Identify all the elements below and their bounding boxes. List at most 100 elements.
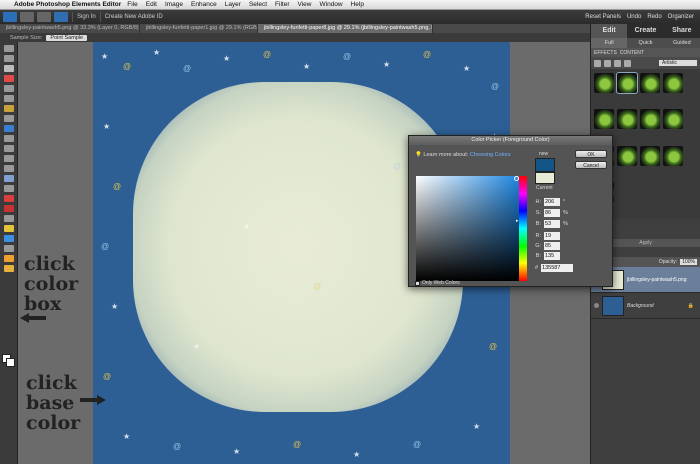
- clone-tool-icon[interactable]: [4, 135, 14, 142]
- choosing-colors-link[interactable]: Choosing Colors: [470, 152, 511, 158]
- lasso-tool-icon[interactable]: [4, 95, 14, 102]
- visibility-eye-icon[interactable]: [594, 303, 599, 308]
- tab-edit[interactable]: Edit: [591, 24, 628, 38]
- sample-size-select[interactable]: Point Sample: [46, 34, 88, 41]
- undo-button[interactable]: Undo: [627, 14, 641, 20]
- swirl-decoration: @: [313, 282, 322, 291]
- saturation-input[interactable]: 86: [544, 209, 560, 217]
- tab-guided[interactable]: Guided: [664, 38, 700, 48]
- effect-thumbnail[interactable]: [640, 109, 660, 130]
- layer-row[interactable]: Background 🔒: [591, 293, 700, 319]
- effect-thumbnail[interactable]: [640, 145, 660, 166]
- create-id-link[interactable]: Create New Adobe ID: [105, 14, 163, 20]
- red-input[interactable]: 19: [544, 232, 560, 240]
- marquee-tool-icon[interactable]: [4, 85, 14, 92]
- hue-slider-handle[interactable]: ▸: [516, 218, 519, 224]
- hue-slider[interactable]: ▸: [516, 176, 527, 281]
- tab-quick[interactable]: Quick: [627, 38, 663, 48]
- blue-input[interactable]: 135: [544, 252, 560, 260]
- hue-input[interactable]: 206: [544, 198, 560, 206]
- shape-tool-icon[interactable]: [4, 235, 14, 242]
- new-icon[interactable]: [20, 12, 34, 22]
- paint-bucket-tool-icon[interactable]: [4, 215, 14, 222]
- sponge-tool-icon[interactable]: [4, 255, 14, 262]
- layer-styles-icon[interactable]: [604, 59, 611, 67]
- organizer-button[interactable]: Organizer: [668, 14, 694, 20]
- effect-thumbnail[interactable]: [617, 145, 637, 166]
- open-icon[interactable]: [37, 12, 51, 22]
- pencil-tool-icon[interactable]: [4, 195, 14, 202]
- menu-edit[interactable]: Edit: [146, 1, 157, 8]
- green-input[interactable]: 85: [544, 242, 560, 250]
- menu-file[interactable]: File: [127, 1, 137, 8]
- app-name[interactable]: Adobe Photoshop Elements Editor: [14, 1, 121, 8]
- menu-layer[interactable]: Layer: [225, 1, 241, 8]
- color-field[interactable]: [416, 176, 521, 281]
- tab-content[interactable]: CONTENT: [620, 50, 644, 56]
- effect-thumbnail[interactable]: [594, 73, 614, 93]
- menu-window[interactable]: Window: [319, 1, 342, 8]
- ok-button[interactable]: OK: [575, 150, 607, 158]
- current-color-swatch[interactable]: [535, 172, 555, 184]
- menu-image[interactable]: Image: [165, 1, 183, 8]
- hand-tool-icon[interactable]: [4, 65, 14, 72]
- eraser-tool-icon[interactable]: [4, 205, 14, 212]
- only-web-colors-checkbox[interactable]: [415, 280, 420, 286]
- crop-tool-icon[interactable]: [4, 155, 14, 162]
- spot-healing-tool-icon[interactable]: [4, 125, 14, 132]
- redo-button[interactable]: Redo: [647, 14, 661, 20]
- reset-panels-button[interactable]: Reset Panels: [585, 14, 621, 20]
- show-all-icon[interactable]: [624, 59, 631, 67]
- learn-more-label: Learn more about:: [423, 152, 469, 158]
- tab-full[interactable]: Full: [591, 38, 628, 48]
- sign-in-link[interactable]: Sign In: [77, 14, 96, 20]
- menu-select[interactable]: Select: [249, 1, 267, 8]
- field-label: H:: [535, 199, 542, 205]
- hex-input[interactable]: 135587: [541, 264, 574, 272]
- tab-create[interactable]: Create: [627, 24, 663, 38]
- effect-thumbnail[interactable]: [617, 109, 637, 130]
- effect-thumbnail[interactable]: [640, 73, 660, 93]
- field-unit: %: [563, 210, 568, 216]
- move-tool-icon[interactable]: [4, 45, 14, 52]
- background-color-swatch[interactable]: [6, 358, 15, 367]
- save-icon[interactable]: [54, 12, 68, 22]
- effect-thumbnail[interactable]: [663, 109, 683, 130]
- smart-brush-tool-icon[interactable]: [4, 265, 14, 272]
- brush-tool-icon[interactable]: [4, 185, 14, 192]
- cancel-button[interactable]: Cancel: [575, 161, 607, 169]
- tab-share[interactable]: Share: [664, 24, 700, 38]
- effect-thumbnail[interactable]: [594, 109, 614, 130]
- app-logo-icon: [3, 12, 17, 22]
- quick-selection-tool-icon[interactable]: [4, 105, 14, 112]
- effect-thumbnail[interactable]: [616, 72, 638, 94]
- gradient-tool-icon[interactable]: [4, 225, 14, 232]
- layer-thumbnail: [602, 295, 624, 316]
- type-tool-icon[interactable]: [4, 145, 14, 152]
- zoom-tool-icon[interactable]: [4, 55, 14, 62]
- star-decoration: ★: [193, 342, 201, 351]
- red-eye-tool-icon[interactable]: [4, 115, 14, 122]
- opacity-field[interactable]: 100%: [680, 259, 697, 265]
- brightness-input[interactable]: 53: [544, 220, 560, 228]
- document-tab[interactable]: jbillingsley-funfetti-paper1.jpg @ 29.1%…: [140, 24, 258, 33]
- menu-filter[interactable]: Filter: [275, 1, 289, 8]
- document-tab-active[interactable]: jbillingsley-funfetti-paper8.jpg @ 29.1%…: [258, 24, 433, 33]
- effect-thumbnail[interactable]: [663, 145, 683, 166]
- only-web-colors[interactable]: Only Web Colors: [415, 280, 460, 286]
- blur-tool-icon[interactable]: [4, 245, 14, 252]
- tab-effects[interactable]: EFFECTS: [594, 50, 617, 56]
- menu-view[interactable]: View: [298, 1, 312, 8]
- menu-help[interactable]: Help: [351, 1, 364, 8]
- star-decoration: ★: [111, 302, 119, 311]
- effect-thumbnail[interactable]: [663, 73, 683, 93]
- field-label: S:: [535, 210, 541, 216]
- photo-effects-icon[interactable]: [614, 59, 621, 67]
- eyedropper-tool-icon[interactable]: [4, 75, 14, 82]
- effects-category-select[interactable]: Artistic: [659, 60, 697, 66]
- filters-icon[interactable]: [594, 59, 601, 67]
- document-tab[interactable]: jbillingsley-paintwash5.png @ 33.3% (Lay…: [0, 24, 140, 33]
- straighten-tool-icon[interactable]: [4, 175, 14, 182]
- recompose-tool-icon[interactable]: [4, 165, 14, 172]
- menu-enhance[interactable]: Enhance: [191, 1, 217, 8]
